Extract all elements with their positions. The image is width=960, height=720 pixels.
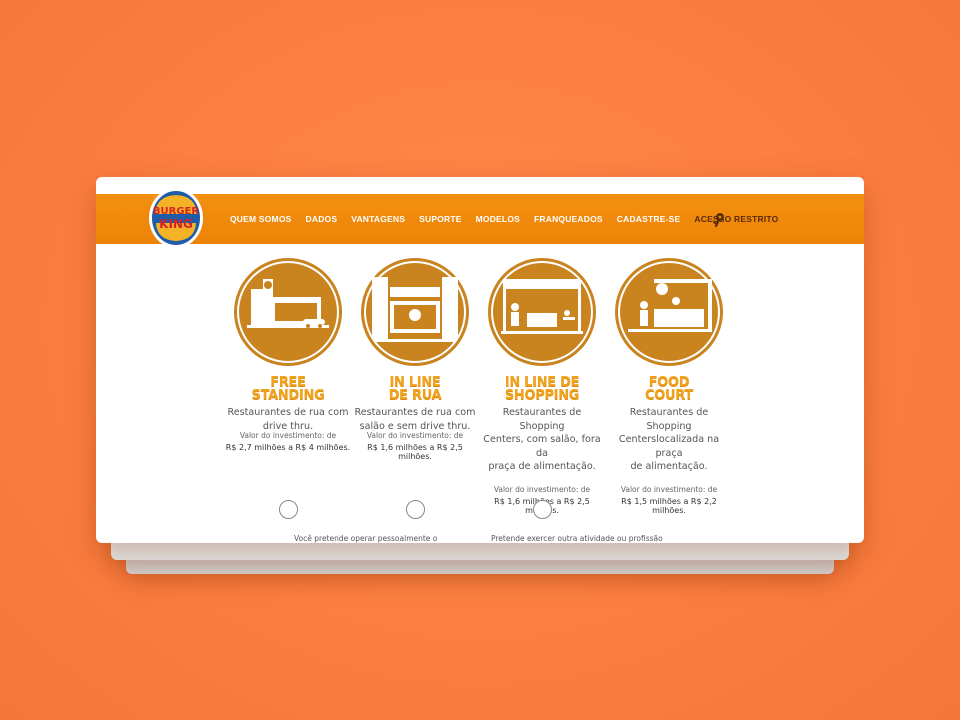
model-title-line2: DE RUA [388, 388, 442, 403]
model-description: Restaurantes de Shopping Centerslocaliza… [606, 406, 732, 474]
nav-acesso-restrito[interactable]: ACESSO RESTRITO [694, 214, 778, 224]
nav-vantagens[interactable]: VANTAGENS [351, 214, 405, 224]
key-icon[interactable] [711, 212, 725, 228]
investment-label: Valor do investimento: de [366, 431, 464, 440]
logo-text-bottom: KING [159, 217, 193, 231]
model-free-standing[interactable]: FREE STANDING Restaurantes de rua com dr… [225, 257, 351, 452]
in-line-de-shopping-illustration-icon [488, 258, 596, 366]
radio-option-2[interactable] [406, 500, 425, 519]
investment-range: R$ 1,5 milhões a R$ 2,2 milhões. [621, 496, 717, 515]
model-desc-line1: Restaurantes de Shopping [629, 407, 709, 432]
model-title: IN LINE DE SHOPPING [479, 376, 605, 402]
form-question-other-activity: Pretende exercer outra atividade ou prof… [491, 534, 663, 543]
model-food-court[interactable]: FOOD COURT Restaurantes de Shopping Cent… [606, 257, 732, 515]
model-title: IN LINE DE RUA [352, 376, 478, 402]
model-desc-line2: Centers, com salão, fora da [483, 434, 601, 459]
investment-label: Valor do investimento: de [493, 484, 591, 494]
model-desc-line1: Restaurantes de rua com [354, 407, 476, 418]
nav-franqueados[interactable]: FRANQUEADOS [534, 214, 603, 224]
model-title: FREE STANDING [225, 376, 351, 402]
burger-king-logo[interactable]: BURGER KING [148, 187, 204, 249]
franchise-models: FREE STANDING Restaurantes de rua com dr… [96, 257, 864, 515]
model-desc-line2: Centerslocalizada na praça [618, 434, 720, 459]
model-desc-line3: praça de alimentação. [488, 461, 596, 472]
investment-label: Valor do investimento: de [620, 484, 718, 494]
investment-range: R$ 1,6 milhões a R$ 2,5 milhões. [367, 443, 463, 461]
model-description: Restaurantes de Shopping Centers, com sa… [479, 406, 605, 474]
model-description: Restaurantes de rua com drive thru. [225, 406, 351, 433]
radio-option-3[interactable] [533, 500, 552, 519]
food-court-illustration-icon [615, 258, 723, 366]
model-description: Restaurantes de rua com salão e sem driv… [352, 406, 478, 433]
nav-suporte[interactable]: SUPORTE [419, 214, 462, 224]
website-preview-card: BURGER KING QUEM SOMOS DADOS VANTAGENS S… [96, 177, 864, 543]
model-title-line2: COURT [645, 388, 693, 403]
nav-quem-somos[interactable]: QUEM SOMOS [230, 214, 292, 224]
model-desc-line1: Restaurantes de rua com [227, 407, 349, 418]
model-desc-line1: Restaurantes de Shopping [502, 407, 582, 432]
model-title-line2: STANDING [251, 388, 325, 403]
in-line-de-rua-illustration-icon [361, 258, 469, 366]
investment-label: Valor do investimento: de [239, 431, 337, 440]
model-in-line-de-shopping[interactable]: IN LINE DE SHOPPING Restaurantes de Shop… [479, 257, 605, 515]
model-title-line2: SHOPPING [504, 388, 580, 403]
model-title: FOOD COURT [606, 376, 732, 402]
nav-menu: QUEM SOMOS DADOS VANTAGENS SUPORTE MODEL… [230, 214, 778, 224]
free-standing-illustration-icon [234, 258, 342, 366]
investment-range: R$ 2,7 milhões a R$ 4 milhões. [225, 443, 351, 452]
nav-cadastre-se[interactable]: CADASTRE-SE [617, 214, 681, 224]
nav-modelos[interactable]: MODELOS [476, 214, 520, 224]
model-in-line-de-rua[interactable]: IN LINE DE RUA Restaurantes de rua com s… [352, 257, 478, 461]
nav-dados[interactable]: DADOS [306, 214, 338, 224]
logo-text-top: BURGER [153, 206, 199, 217]
model-desc-line3: de alimentação. [630, 461, 708, 472]
form-question-operate: Você pretende operar pessoalmente o [294, 534, 438, 543]
radio-option-1[interactable] [279, 500, 298, 519]
